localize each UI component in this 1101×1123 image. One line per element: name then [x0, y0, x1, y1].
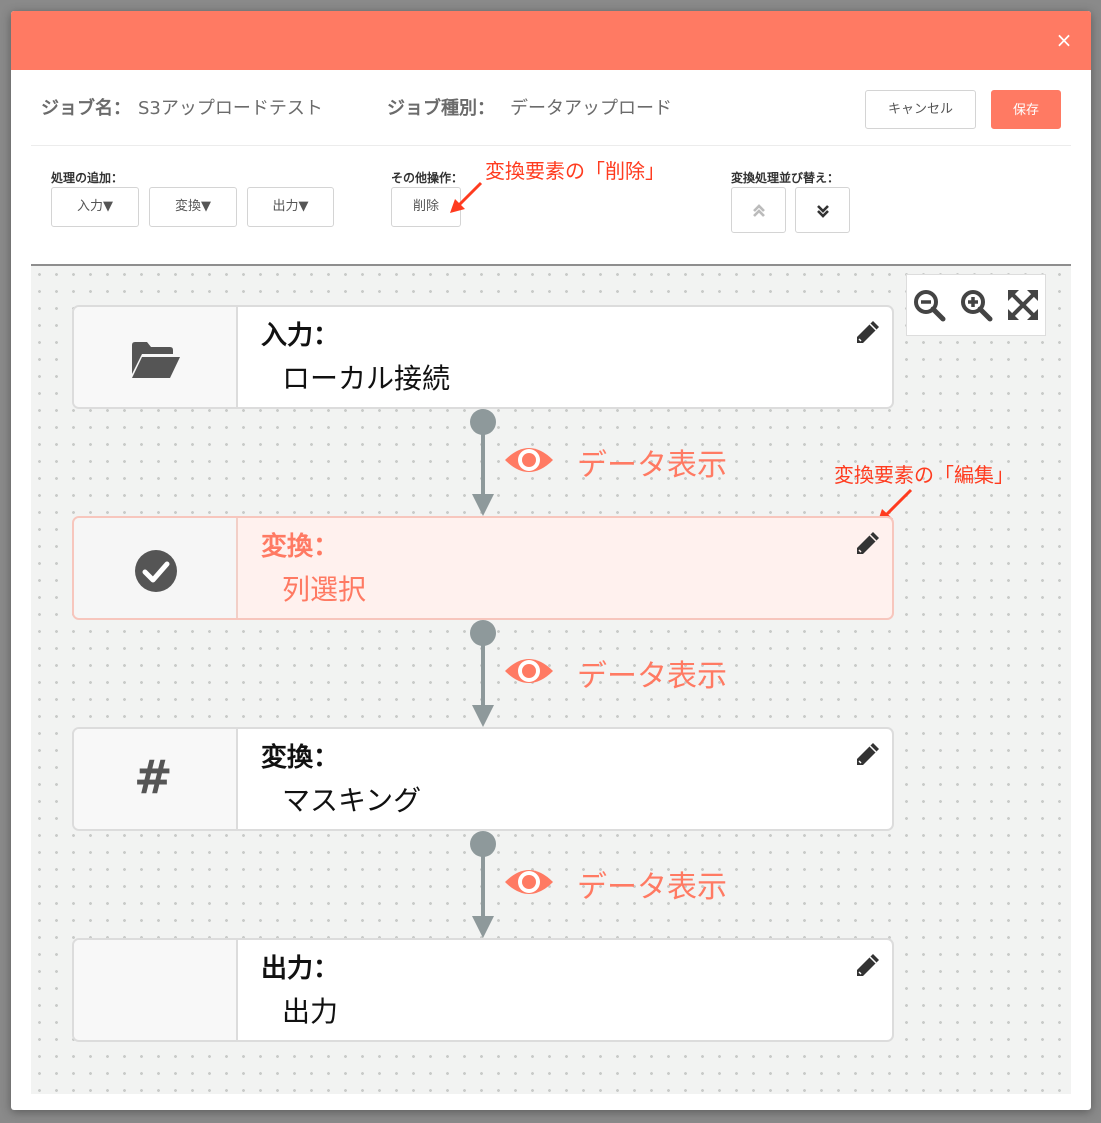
- node-subtitle: 出力: [282, 995, 339, 1028]
- data-view-label: データ表示: [577, 448, 727, 483]
- node-title: 出力：: [261, 954, 340, 984]
- pencil-icon[interactable]: [852, 740, 882, 770]
- node-title: 変換：: [261, 532, 340, 562]
- move-down-button[interactable]: [795, 187, 850, 233]
- eye-icon: [505, 448, 553, 472]
- flow-node-input[interactable]: 入力： ローカル接続: [72, 305, 894, 409]
- move-up-button[interactable]: [731, 187, 786, 233]
- flow-node-transform-masking[interactable]: # 変換： マスキング: [72, 727, 894, 831]
- check-circle-icon: [135, 550, 177, 592]
- node-icon-cell: [74, 940, 238, 1040]
- job-type-value: データアップロード: [510, 98, 672, 119]
- node-subtitle: 列選択: [282, 573, 367, 606]
- save-button[interactable]: 保存: [991, 90, 1061, 129]
- sort-label: 変換処理並び替え：: [731, 171, 840, 185]
- flow-connector: [470, 409, 496, 516]
- divider: [31, 145, 1071, 146]
- node-icon-cell: [74, 518, 238, 618]
- job-editor-modal: × ジョブ名： S3アップロードテスト ジョブ種別： データアップロード キャン…: [11, 11, 1091, 1110]
- pencil-icon[interactable]: [852, 951, 882, 981]
- edit-annotation: 変換要素の「編集」: [834, 463, 1014, 487]
- node-subtitle: マスキング: [282, 784, 422, 817]
- zoom-controls: [906, 274, 1046, 336]
- folder-open-icon: [132, 342, 180, 378]
- add-input-button[interactable]: 入力▼: [51, 187, 139, 227]
- flow-connector: [470, 831, 496, 938]
- close-button[interactable]: ×: [1049, 25, 1079, 55]
- chevrons-up-icon: [753, 204, 765, 217]
- job-name-value: S3アップロードテスト: [138, 98, 323, 119]
- flow-node-transform-column-select[interactable]: 変換： 列選択: [72, 516, 894, 620]
- job-name-label: ジョブ名：: [41, 98, 131, 119]
- add-process-label: 処理の追加：: [51, 171, 124, 185]
- data-view-label: データ表示: [577, 870, 727, 905]
- chevrons-down-icon: [817, 205, 829, 218]
- hash-icon: #: [134, 750, 173, 804]
- node-icon-cell: #: [74, 729, 238, 829]
- node-subtitle: ローカル接続: [282, 362, 451, 395]
- add-transform-button[interactable]: 変換▼: [149, 187, 237, 227]
- flow-connector: [470, 620, 496, 727]
- node-icon-cell: [74, 307, 238, 407]
- eye-icon: [505, 659, 553, 683]
- modal-header: ×: [11, 11, 1091, 70]
- annotation-arrow-icon: [450, 181, 483, 213]
- node-title: 入力：: [261, 321, 340, 351]
- delete-annotation: 変換要素の「削除」: [485, 159, 665, 183]
- fit-screen-icon[interactable]: [1005, 287, 1041, 323]
- job-type-label: ジョブ種別：: [387, 98, 495, 119]
- cancel-button[interactable]: キャンセル: [865, 90, 976, 129]
- pencil-icon[interactable]: [852, 529, 882, 559]
- pencil-icon[interactable]: [852, 318, 882, 348]
- eye-icon: [505, 870, 553, 894]
- zoom-in-icon[interactable]: [958, 287, 994, 323]
- zoom-out-icon[interactable]: [911, 287, 947, 323]
- add-output-button[interactable]: 出力▼: [247, 187, 334, 227]
- flow-node-output[interactable]: 出力： 出力: [72, 938, 894, 1042]
- node-title: 変換：: [261, 743, 340, 773]
- data-view-label: データ表示: [577, 659, 727, 694]
